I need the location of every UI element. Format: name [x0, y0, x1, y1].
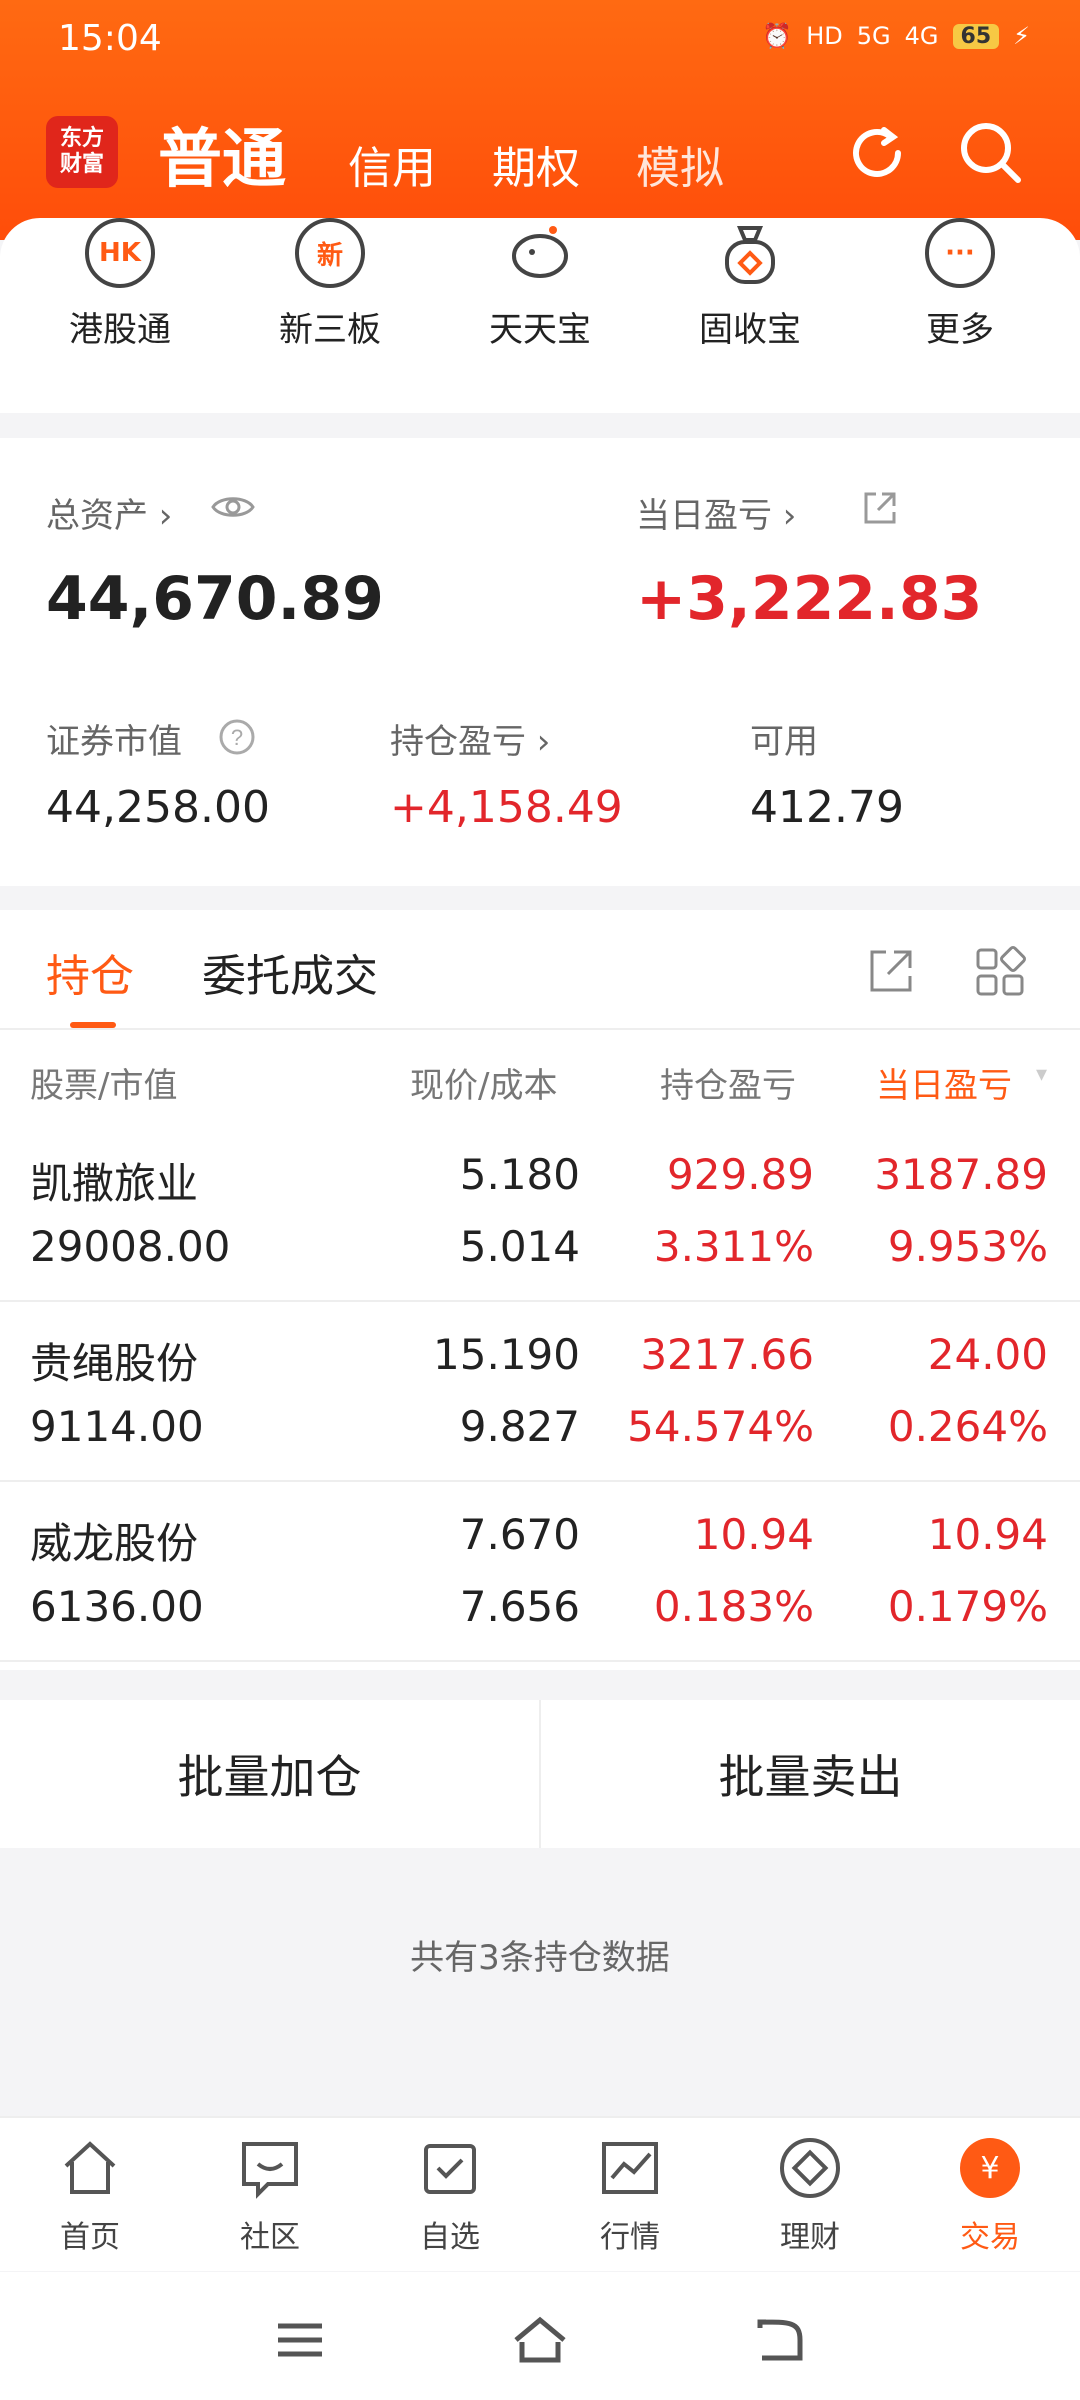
table-row[interactable]: 贵绳股份 9114.00 15.190 9.827 3217.66 54.574… [0, 1302, 1080, 1482]
eye-icon[interactable] [210, 490, 256, 524]
hk-icon: HK [85, 218, 155, 288]
available-value: 412.79 [750, 782, 904, 833]
tab-credit[interactable]: 信用 [348, 132, 436, 196]
market-value: 44,258.00 [46, 782, 270, 833]
system-icons: ⏰ HD 5G 4G 65 ⚡ [762, 22, 1030, 50]
refresh-icon[interactable] [842, 118, 912, 188]
nav-home[interactable]: 首页 [0, 2136, 180, 2256]
total-assets-value: 44,670.89 [46, 564, 384, 634]
status-time: 15:04 [58, 18, 162, 59]
total-assets-label[interactable]: 总资产 › [46, 488, 172, 537]
account-type-tabs: 东方 财富 普通 信用 期权 模拟 [0, 108, 1080, 208]
feature-hk-connect[interactable]: HK 港股通 [20, 218, 220, 351]
table-row[interactable]: 威龙股份 6136.00 7.670 7.656 10.94 0.183% 10… [0, 1482, 1080, 1662]
nav-wealth[interactable]: 理财 [720, 2136, 900, 2256]
col-stock-value[interactable]: 股票/市值 [30, 1058, 177, 1107]
tab-simulated[interactable]: 模拟 [636, 132, 724, 196]
signal-4g-icon: 4G [904, 22, 939, 50]
battery-icon: 65 [952, 23, 1000, 49]
nav-market[interactable]: 行情 [540, 2136, 720, 2256]
app-logo: 东方 财富 [46, 116, 118, 188]
alarm-icon: ⏰ [762, 22, 793, 50]
available-label: 可用 [750, 722, 818, 762]
back-icon[interactable] [752, 2312, 808, 2368]
status-bar: 15:04 ⏰ HD 5G 4G 65 ⚡ [0, 0, 1080, 84]
daily-pnl-value: +3,222.83 [636, 564, 983, 634]
col-daily-pnl[interactable]: 当日盈亏 [876, 1058, 1012, 1107]
batch-add-button[interactable]: 批量加仓 [0, 1700, 539, 1848]
svg-text:¥: ¥ [980, 2151, 999, 2186]
charging-icon: ⚡ [1013, 22, 1030, 50]
tab-normal[interactable]: 普通 [158, 108, 286, 200]
share-icon[interactable] [862, 490, 898, 526]
table-row[interactable]: 凯撒旅业 29008.00 5.180 5.014 929.89 3.311% … [0, 1122, 1080, 1302]
feature-fixed-income[interactable]: 固收宝 [650, 218, 850, 351]
search-icon[interactable] [956, 118, 1026, 188]
nav-trade[interactable]: ¥ 交易 [900, 2136, 1080, 2256]
feature-more[interactable]: ··· 更多 [860, 218, 1060, 351]
tab-positions[interactable]: 持仓 [46, 940, 134, 1004]
new-board-icon: 新 [295, 218, 365, 288]
help-icon[interactable]: ? [218, 718, 256, 756]
position-pnl-value: +4,158.49 [390, 782, 623, 833]
feature-tiantianbao[interactable]: 天天宝 [440, 218, 640, 351]
daily-pnl-label[interactable]: 当日盈亏 › [636, 488, 796, 537]
market-value-label: 证券市值 [46, 722, 182, 762]
hd-icon: HD [806, 22, 843, 50]
grid-layout-icon[interactable] [974, 946, 1026, 998]
app-header: 15:04 ⏰ HD 5G 4G 65 ⚡ 东方 财富 普通 信用 期权 模拟 [0, 0, 1080, 240]
export-icon[interactable] [866, 946, 916, 996]
chart-icon [602, 2142, 658, 2194]
asset-summary: 总资产 › 44,670.89 当日盈亏 › +3,222.83 证券市值 ? … [0, 438, 1080, 886]
holdings-panel: 持仓 委托成交 股票/市值 现价/成本 持仓盈亏 当日盈亏 ▾ 凯撒旅业 290… [0, 910, 1080, 1670]
holdings-count: 共有3条持仓数据 [410, 1938, 670, 1978]
diamond-icon [780, 2138, 840, 2198]
piggy-bank-icon [505, 218, 575, 288]
chat-icon [242, 2142, 298, 2199]
col-position-pnl[interactable]: 持仓盈亏 [660, 1058, 796, 1107]
menu-icon[interactable] [272, 2312, 328, 2368]
money-bag-icon [715, 218, 785, 288]
bottom-nav: 首页 社区 自选 行情 理财 ¥ 交易 [0, 2116, 1080, 2271]
watchlist-icon [424, 2144, 476, 2194]
system-nav-bar [0, 2272, 1080, 2400]
batch-actions: 批量加仓 批量卖出 [0, 1700, 1080, 1848]
feature-shortcuts: HK 港股通 新 新三板 天天宝 固收宝 ··· 更多 [0, 218, 1080, 413]
col-price-cost[interactable]: 现价/成本 [410, 1058, 557, 1107]
tab-orders[interactable]: 委托成交 [202, 940, 378, 1004]
feature-new-third-board[interactable]: 新 新三板 [230, 218, 430, 351]
svg-text:?: ? [231, 725, 243, 750]
tab-options[interactable]: 期权 [492, 132, 580, 196]
nav-community[interactable]: 社区 [180, 2136, 360, 2256]
home-icon [64, 2141, 116, 2194]
position-pnl-label[interactable]: 持仓盈亏 › [390, 714, 550, 763]
more-icon: ··· [925, 218, 995, 288]
batch-sell-button[interactable]: 批量卖出 [541, 1700, 1080, 1848]
nav-watchlist[interactable]: 自选 [360, 2136, 540, 2256]
trade-icon: ¥ [960, 2138, 1020, 2198]
home-nav-icon[interactable] [512, 2312, 568, 2368]
divider [0, 1028, 1080, 1030]
signal-5g-icon: 5G [856, 22, 891, 50]
sort-icon[interactable]: ▾ [1036, 1062, 1047, 1087]
